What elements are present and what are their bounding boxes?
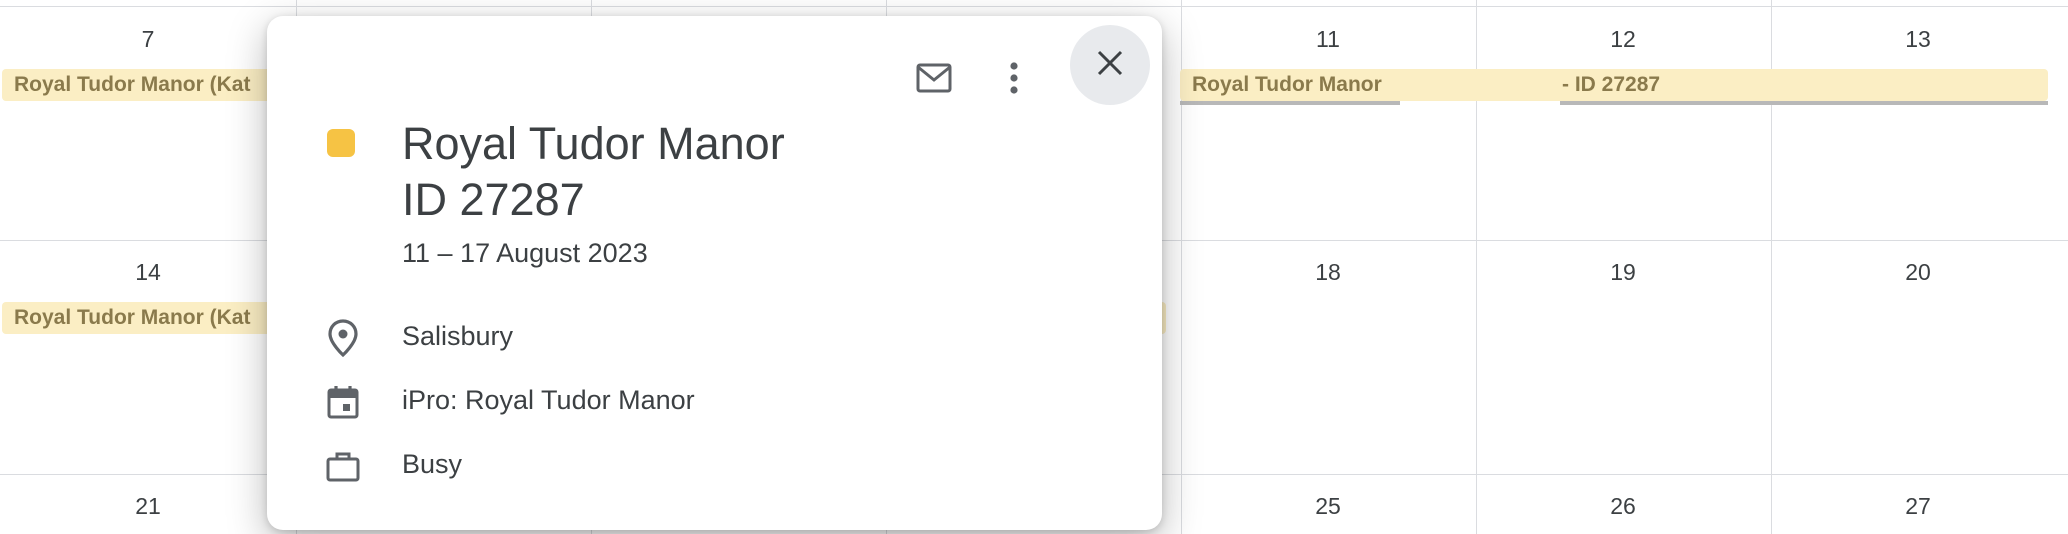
- day-number-26[interactable]: 26: [1593, 493, 1653, 520]
- event-location: Salisbury: [402, 321, 514, 351]
- day-number-13[interactable]: 13: [1888, 26, 1948, 53]
- event-title-id: ID 27287: [402, 174, 585, 225]
- event-chip[interactable]: Royal Tudor Manor (Kat: [2, 69, 282, 101]
- email-guests-button[interactable]: [894, 40, 974, 120]
- day-number-19[interactable]: 19: [1593, 259, 1653, 286]
- day-number-14[interactable]: 14: [118, 259, 178, 286]
- email-icon: [916, 63, 952, 98]
- event-chip-label: Royal Tudor Manor: [1192, 73, 1382, 96]
- event-chip-shadow: [1180, 101, 1400, 105]
- event-calendar-name: iPro: Royal Tudor Manor: [402, 385, 695, 415]
- day-number-27[interactable]: 27: [1888, 493, 1948, 520]
- day-number-25[interactable]: 25: [1298, 493, 1358, 520]
- more-options-button[interactable]: [974, 40, 1054, 120]
- briefcase-icon: [323, 446, 363, 486]
- more-options-icon: [1009, 61, 1019, 99]
- grid-divider: [0, 6, 2068, 7]
- event-date-range: 11 – 17 August 2023: [402, 238, 648, 268]
- event-chip-label: - ID 27287: [1562, 73, 1661, 96]
- day-number-18[interactable]: 18: [1298, 259, 1358, 286]
- calendar-icon: [323, 382, 363, 422]
- event-chip[interactable]: Royal Tudor Manor - ID 27287: [1180, 69, 2048, 101]
- day-number-20[interactable]: 20: [1888, 259, 1948, 286]
- close-icon: [1097, 50, 1123, 81]
- day-number-7[interactable]: 7: [118, 26, 178, 53]
- event-title: Royal Tudor Manor: [402, 118, 785, 169]
- calendar-month-view: 7 11 12 13 14 18 19 20 21 25 26 27 Royal…: [0, 0, 2068, 534]
- day-number-12[interactable]: 12: [1593, 26, 1653, 53]
- event-chip[interactable]: Royal Tudor Manor (Kat: [2, 302, 282, 334]
- event-availability: Busy: [402, 449, 463, 479]
- location-pin-icon: [323, 318, 363, 358]
- close-button[interactable]: [1070, 25, 1150, 105]
- event-color-swatch: [327, 129, 355, 157]
- day-number-21[interactable]: 21: [118, 493, 178, 520]
- day-number-11[interactable]: 11: [1298, 26, 1358, 53]
- event-chip-shadow: [1560, 101, 2048, 105]
- event-details-popup: Royal Tudor Manor ID 27287 11 – 17 Augus…: [267, 16, 1162, 530]
